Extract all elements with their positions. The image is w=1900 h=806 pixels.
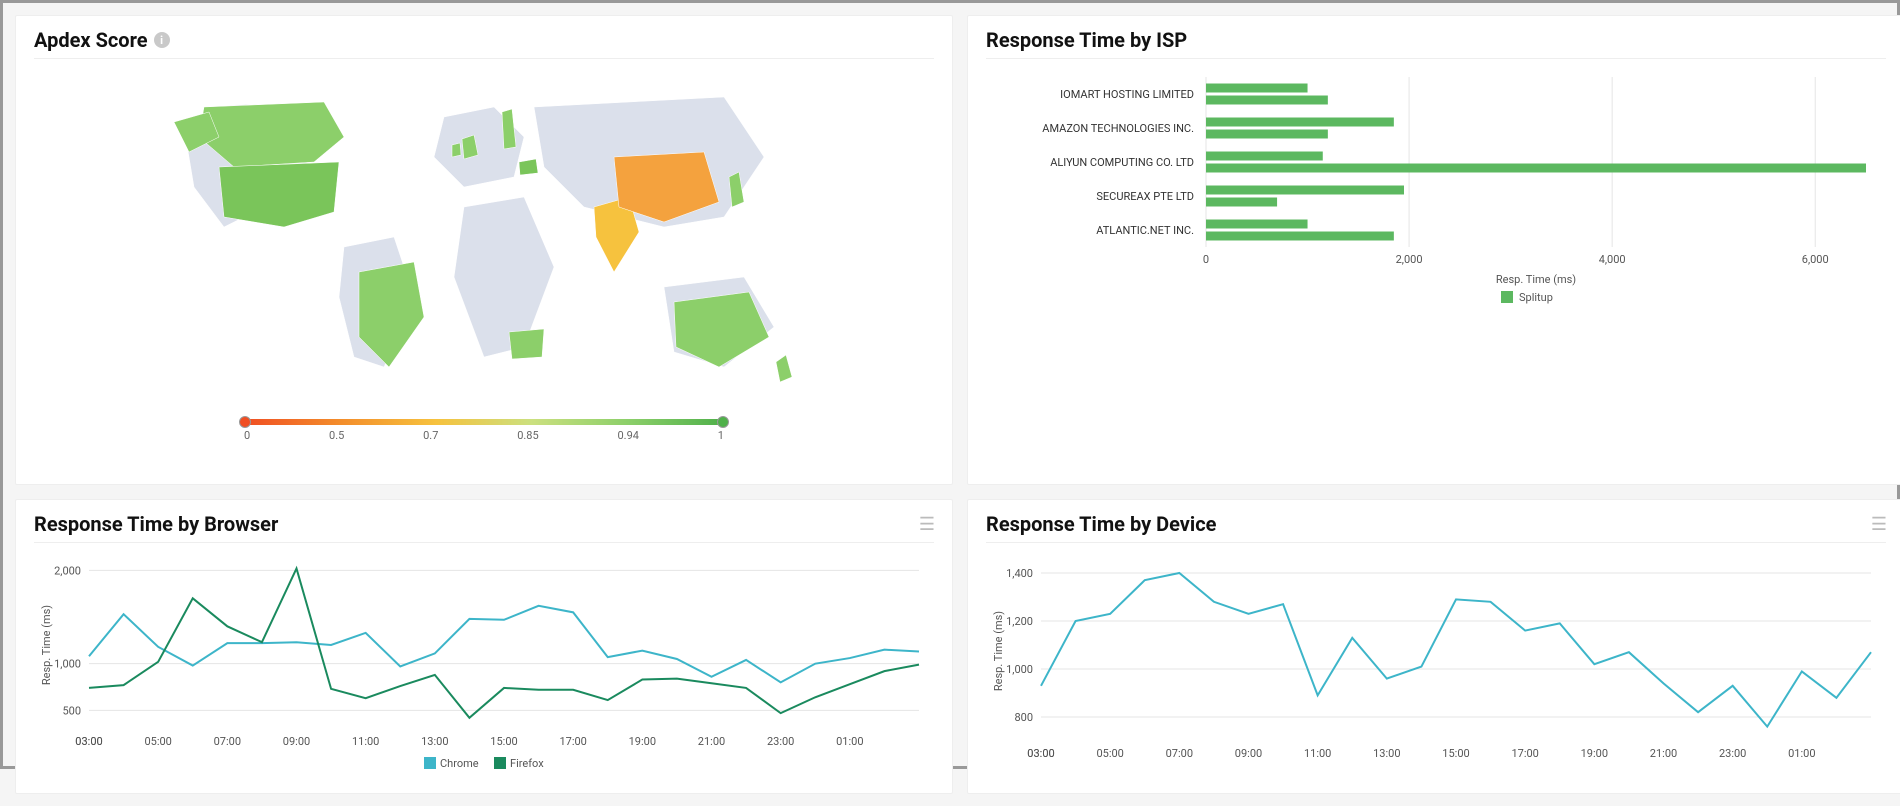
card-response-time-browser: Response Time by Browser ☰ 500 1,000 2,000…	[15, 499, 953, 794]
svg-text:03:00: 03:00	[1027, 747, 1054, 760]
svg-text:1,400: 1,400	[1006, 567, 1033, 580]
svg-text:Resp. Time (ms): Resp. Time (ms)	[40, 605, 53, 685]
svg-text:0: 0	[1203, 253, 1209, 266]
svg-text:2,000: 2,000	[54, 564, 81, 577]
svg-text:19:00: 19:00	[629, 735, 656, 748]
svg-text:01:00: 01:00	[836, 735, 863, 748]
svg-text:09:00: 09:00	[283, 735, 310, 748]
card-header: Response Time by Device ☰	[986, 512, 1886, 543]
svg-text:13:00: 13:00	[421, 735, 448, 748]
hamburger-icon[interactable]: ☰	[1871, 514, 1886, 535]
svg-text:21:00: 21:00	[1650, 747, 1677, 760]
svg-text:Firefox: Firefox	[510, 757, 544, 770]
device-line-chart[interactable]: 800 1,000 1,200 1,400 03:00 05:00 07:00 09:00 11…	[986, 551, 1886, 781]
scale-tick: 0.7	[423, 429, 438, 442]
svg-text:23:00: 23:00	[1719, 747, 1746, 760]
svg-text:6,000: 6,000	[1802, 253, 1829, 266]
scale-tick: 0.94	[617, 429, 638, 442]
svg-text:15:00: 15:00	[490, 735, 517, 748]
svg-text:2,000: 2,000	[1396, 253, 1423, 266]
svg-text:1,000: 1,000	[1006, 663, 1033, 676]
svg-text:4,000: 4,000	[1599, 253, 1626, 266]
scale-tick: 0.85	[517, 429, 538, 442]
svg-text:ATLANTIC.NET INC.: ATLANTIC.NET INC.	[1096, 224, 1194, 237]
svg-text:Resp. Time (ms): Resp. Time (ms)	[992, 611, 1005, 691]
svg-text:AMAZON TECHNOLOGIES INC.: AMAZON TECHNOLOGIES INC.	[1042, 122, 1194, 135]
card-header: Response Time by ISP	[986, 28, 1886, 59]
card-apdex-score: Apdex Score i	[15, 15, 953, 485]
card-response-time-isp: Response Time by ISP 0 2,000 4,000 6,000 IOM…	[967, 15, 1900, 485]
svg-text:Resp. Time (ms): Resp. Time (ms)	[1496, 273, 1576, 286]
card-header: Apdex Score i	[34, 28, 934, 59]
svg-text:500: 500	[62, 704, 81, 717]
svg-text:11:00: 11:00	[1304, 747, 1331, 760]
svg-text:05:00: 05:00	[144, 735, 171, 748]
card-title: Response Time by Browser	[34, 512, 278, 536]
scale-tick: 0.5	[329, 429, 344, 442]
svg-text:05:00: 05:00	[1096, 747, 1123, 760]
svg-text:1,000: 1,000	[54, 658, 81, 671]
apdex-scale-ticks: 0 0.5 0.7 0.85 0.94 1	[244, 429, 724, 442]
card-response-time-device: Response Time by Device ☰ 800 1,000 1,200 1…	[967, 499, 1900, 794]
svg-text:17:00: 17:00	[559, 735, 586, 748]
svg-text:13:00: 13:00	[1373, 747, 1400, 760]
svg-text:19:00: 19:00	[1581, 747, 1608, 760]
scale-tick: 1	[718, 429, 724, 442]
svg-text:21:00: 21:00	[698, 735, 725, 748]
apdex-map-chart: 0 0.5 0.7 0.85 0.94 1	[34, 67, 934, 472]
hamburger-icon[interactable]: ☰	[919, 514, 934, 535]
scale-tick: 0	[244, 429, 250, 442]
card-header: Response Time by Browser ☰	[34, 512, 934, 543]
svg-text:Chrome: Chrome	[440, 757, 479, 770]
isp-bar-chart[interactable]: 0 2,000 4,000 6,000 IOMART HOSTING LIMITED AM…	[986, 67, 1886, 472]
svg-text:15:00: 15:00	[1442, 747, 1469, 760]
svg-text:09:00: 09:00	[1235, 747, 1262, 760]
browser-line-chart[interactable]: 500 1,000 2,000 03:00 05:00 07:00 09:00 11:00 13…	[34, 551, 934, 781]
card-title: Apdex Score	[34, 28, 148, 52]
svg-text:1,200: 1,200	[1006, 615, 1033, 628]
svg-text:Splitup: Splitup	[1519, 291, 1553, 304]
svg-text:07:00: 07:00	[214, 735, 241, 748]
svg-text:800: 800	[1014, 711, 1033, 724]
svg-text:IOMART HOSTING LIMITED: IOMART HOSTING LIMITED	[1060, 88, 1194, 101]
card-title: Response Time by ISP	[986, 28, 1187, 52]
svg-text:03:00: 03:00	[75, 735, 102, 748]
svg-text:11:00: 11:00	[352, 735, 379, 748]
svg-text:ALIYUN COMPUTING CO. LTD: ALIYUN COMPUTING CO. LTD	[1050, 156, 1194, 169]
svg-text:SECUREAX PTE LTD: SECUREAX PTE LTD	[1096, 190, 1194, 203]
svg-text:01:00: 01:00	[1788, 747, 1815, 760]
apdex-gradient-scale	[244, 419, 724, 425]
svg-text:17:00: 17:00	[1511, 747, 1538, 760]
svg-text:23:00: 23:00	[767, 735, 794, 748]
world-map[interactable]	[164, 67, 804, 407]
svg-text:07:00: 07:00	[1166, 747, 1193, 760]
card-title: Response Time by Device	[986, 512, 1216, 536]
info-icon[interactable]: i	[154, 32, 170, 48]
